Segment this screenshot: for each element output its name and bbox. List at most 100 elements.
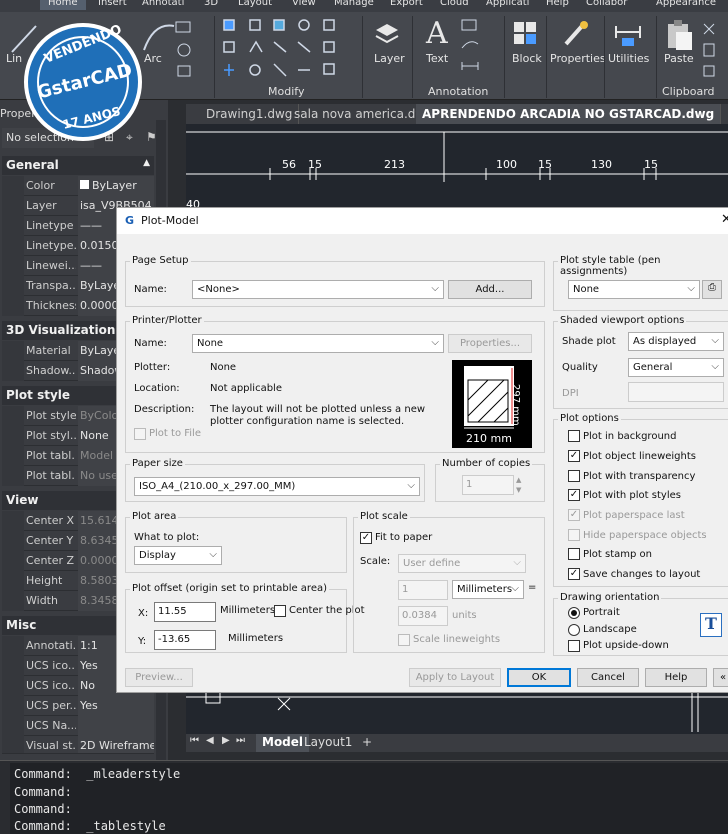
tab-manage[interactable]: Manage bbox=[334, 0, 374, 8]
collapse-icon[interactable]: ▲ bbox=[143, 158, 150, 168]
fit-to-paper-checkbox[interactable]: ✓ bbox=[360, 532, 372, 544]
prop-value[interactable]: 2D Wireframe bbox=[78, 736, 154, 753]
paper-size-select[interactable]: ISO_A4_(210.00_x_297.00_MM) ⌵ bbox=[134, 477, 420, 496]
tab-appearance[interactable]: Appearance bbox=[656, 0, 716, 8]
utilities-icon[interactable] bbox=[614, 20, 642, 50]
landscape-radio[interactable] bbox=[568, 624, 580, 636]
tab-view[interactable]: View bbox=[292, 0, 316, 8]
apply-to-layout-button[interactable]: Apply to Layout bbox=[409, 668, 501, 687]
plot-upside-down-checkbox[interactable] bbox=[568, 640, 580, 652]
prop-row-ucs-per-viewport[interactable]: UCS per... Yes bbox=[2, 696, 154, 716]
section-general[interactable]: General ▲ bbox=[2, 156, 154, 175]
scale-units-label: units bbox=[452, 610, 477, 621]
quality-select[interactable]: General ⌵ bbox=[628, 358, 724, 377]
block-button-label[interactable]: Block bbox=[512, 52, 542, 65]
dpi-input[interactable] bbox=[628, 382, 724, 402]
properties-button-label[interactable]: Properties bbox=[550, 52, 606, 65]
scale-drawing-units-input[interactable]: 0.0384 bbox=[398, 606, 448, 626]
shade-plot-select[interactable]: As displayed ⌵ bbox=[628, 332, 724, 351]
prop-row-ucs-name[interactable]: UCS Na... bbox=[2, 716, 154, 736]
tab-annotate[interactable]: Annotati bbox=[142, 0, 184, 8]
tab-layout[interactable]: Layout bbox=[238, 0, 272, 8]
first-layout-icon[interactable]: ⏮ bbox=[190, 735, 199, 746]
utilities-button-label[interactable]: Utilities bbox=[608, 52, 649, 65]
add-layout-button[interactable]: + bbox=[362, 735, 372, 749]
tab-collaborate[interactable]: Collabor bbox=[586, 0, 627, 8]
block-icon[interactable] bbox=[512, 20, 540, 50]
modify-tools-icons[interactable] bbox=[220, 16, 360, 82]
scale-select[interactable]: User define ⌵ bbox=[398, 554, 526, 573]
line-button-label[interactable]: Lin bbox=[6, 52, 22, 65]
tab-3d[interactable]: 3D bbox=[204, 0, 218, 8]
text-button-label[interactable]: Text bbox=[426, 52, 448, 65]
scale-lineweights-checkbox[interactable] bbox=[398, 634, 410, 646]
plot-to-file-checkbox[interactable] bbox=[134, 428, 146, 440]
prop-value[interactable]: Yes bbox=[78, 696, 154, 716]
plot-object-lineweights-checkbox[interactable]: ✓ bbox=[568, 450, 580, 462]
offset-y-input[interactable]: -13.65 bbox=[154, 630, 216, 650]
prev-layout-icon[interactable]: ◀ bbox=[206, 735, 214, 746]
tab-drawing1[interactable]: Drawing1.dwg bbox=[200, 104, 300, 124]
printer-properties-button[interactable]: Properties... bbox=[448, 334, 532, 353]
tab-aprendendo-arcadia[interactable]: APRENDENDO ARCADIA NO GSTARCAD.dwg bbox=[416, 104, 722, 124]
tab-insert[interactable]: Insert bbox=[98, 0, 127, 8]
prop-name: Plot styl... bbox=[26, 429, 76, 442]
more-options-button[interactable]: « bbox=[713, 668, 728, 687]
edit-plot-style-button[interactable]: ⎙ bbox=[702, 280, 722, 299]
prop-row-visual-style[interactable]: Visual st...2D Wireframe bbox=[2, 736, 154, 754]
plot-with-plot-styles-checkbox[interactable]: ✓ bbox=[568, 489, 580, 501]
close-icon[interactable]: ✕ bbox=[721, 212, 728, 227]
page-setup-name-select[interactable]: <None> ⌵ bbox=[192, 280, 444, 299]
clipboard-tools-icons[interactable] bbox=[700, 20, 720, 80]
properties-icon[interactable] bbox=[562, 20, 590, 50]
plot-stamp-on-checkbox[interactable] bbox=[568, 548, 580, 560]
plot-dialog: G Plot-Model ✕ Page Setup Name: <None> ⌵ … bbox=[116, 207, 728, 693]
paste-button-label[interactable]: Paste bbox=[664, 52, 694, 65]
chevron-down-icon: ⌵ bbox=[687, 283, 695, 294]
what-to-plot-select[interactable]: Display ⌵ bbox=[134, 546, 222, 565]
tab-layout1[interactable]: Layout1 bbox=[304, 735, 352, 749]
tab-applications[interactable]: Applicati bbox=[486, 0, 529, 8]
arc-button-label[interactable]: Arc bbox=[144, 52, 162, 65]
tab-help[interactable]: Help bbox=[546, 0, 569, 8]
scale-units-select[interactable]: Millimeters ⌵ bbox=[452, 580, 524, 599]
select-objects-icon[interactable]: ⌖ bbox=[126, 130, 133, 145]
tab-model[interactable]: Model bbox=[256, 734, 310, 752]
center-plot-checkbox[interactable] bbox=[274, 605, 286, 617]
layer-icon[interactable] bbox=[374, 20, 400, 50]
portrait-radio[interactable] bbox=[568, 607, 580, 619]
annotation-tools-icons[interactable] bbox=[458, 18, 498, 78]
dialog-titlebar[interactable]: G Plot-Model ✕ bbox=[117, 208, 728, 234]
chevron-down-icon: ⌵ bbox=[711, 361, 719, 372]
plot-style-table-select[interactable]: None ⌵ bbox=[568, 280, 700, 299]
text-icon[interactable]: A bbox=[426, 16, 448, 51]
hide-paperspace-objects-checkbox[interactable] bbox=[568, 529, 580, 541]
save-changes-to-layout-checkbox[interactable]: ✓ bbox=[568, 568, 580, 580]
tab-cloud[interactable]: Cloud bbox=[440, 0, 469, 8]
plot-in-background-checkbox[interactable] bbox=[568, 430, 580, 442]
layer-button-label[interactable]: Layer bbox=[374, 52, 405, 65]
what-to-plot-value: Display bbox=[139, 550, 176, 561]
copies-spinner-icon[interactable]: ▲ ▼ bbox=[516, 475, 521, 495]
help-button[interactable]: Help bbox=[645, 668, 707, 687]
plot-with-transparency-checkbox[interactable] bbox=[568, 470, 580, 482]
printer-name-select[interactable]: None ⌵ bbox=[192, 334, 444, 353]
offset-x-input[interactable]: 11.55 bbox=[154, 602, 216, 622]
prop-value[interactable]: ByLayer bbox=[78, 176, 154, 196]
preview-button[interactable]: Preview... bbox=[125, 668, 193, 687]
plot-paperspace-last-checkbox[interactable]: ✓ bbox=[568, 509, 580, 521]
cancel-button[interactable]: Cancel bbox=[577, 668, 639, 687]
orientation-group: Drawing orientation Portrait Landscape P… bbox=[553, 592, 728, 656]
prop-value[interactable] bbox=[78, 716, 154, 736]
paste-icon[interactable] bbox=[664, 18, 694, 52]
prop-row-color[interactable]: Color ByLayer bbox=[2, 176, 154, 196]
add-page-setup-button[interactable]: Add... bbox=[448, 280, 532, 299]
last-layout-icon[interactable]: ⏭ bbox=[236, 735, 245, 746]
ok-button[interactable]: OK bbox=[507, 668, 571, 687]
copies-input[interactable]: 1 bbox=[462, 475, 514, 495]
command-history[interactable]: Command: _mleaderstyle Command: Command:… bbox=[10, 763, 728, 834]
tab-export[interactable]: Export bbox=[390, 0, 423, 8]
next-layout-icon[interactable]: ▶ bbox=[222, 735, 230, 746]
scale-paper-units-input[interactable]: 1 bbox=[398, 580, 448, 600]
tab-home[interactable]: Home bbox=[40, 0, 86, 10]
